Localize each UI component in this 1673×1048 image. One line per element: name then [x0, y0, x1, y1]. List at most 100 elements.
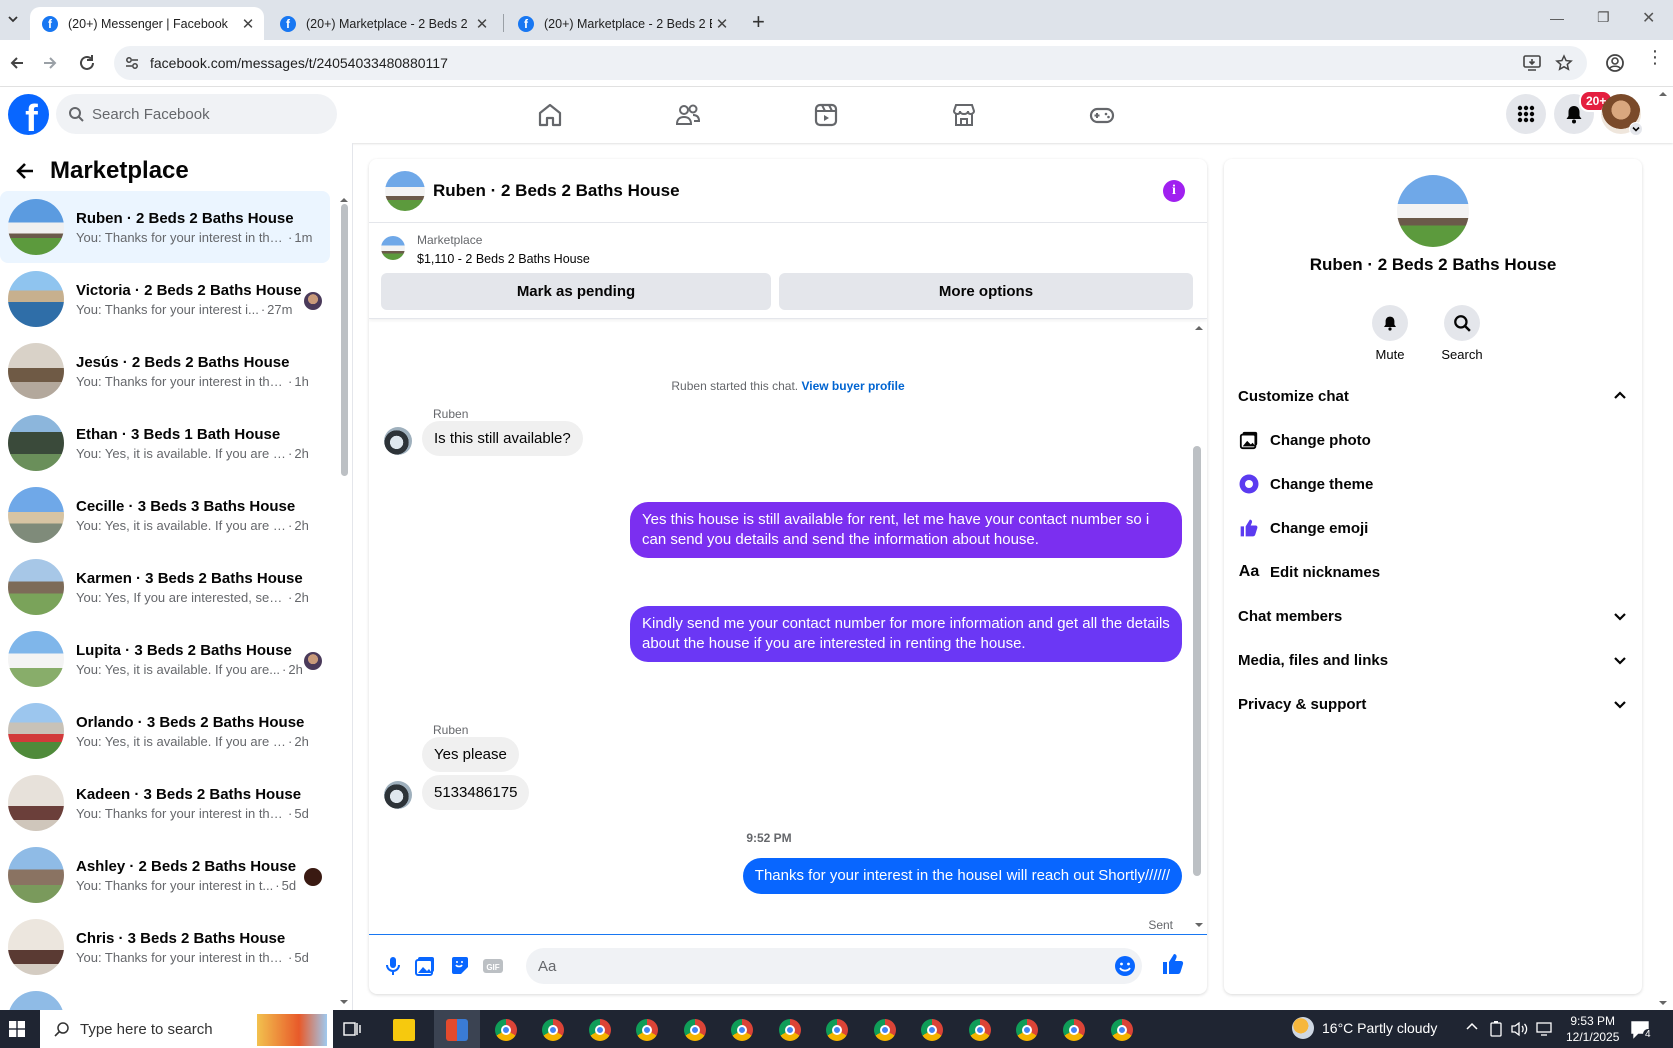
battery-icon[interactable]: [1489, 1021, 1503, 1037]
chrome-profile-app-icon[interactable]: [921, 1019, 943, 1041]
weather-text[interactable]: 16°C Partly cloudy: [1322, 1020, 1437, 1036]
new-tab-icon[interactable]: +: [752, 9, 765, 35]
change-theme-item[interactable]: Change theme: [1238, 462, 1373, 506]
gaming-nav-icon[interactable]: [1088, 101, 1116, 129]
chat-title[interactable]: Ruben · 2 Beds 2 Baths House: [433, 181, 680, 201]
browser-tab-marketplace-1[interactable]: f (20+) Marketplace - 2 Beds 2 B ✕: [268, 7, 498, 40]
sender-avatar[interactable]: [384, 781, 412, 809]
chrome-profile-app-icon[interactable]: [1063, 1019, 1085, 1041]
window-close-icon[interactable]: ✕: [1642, 8, 1655, 28]
info-icon[interactable]: i: [1163, 180, 1185, 202]
conversation-item[interactable]: Chris · 3 Beds 2 Baths House You: Thanks …: [0, 911, 330, 983]
close-tab-icon[interactable]: ✕: [472, 15, 492, 33]
outgoing-message[interactable]: Kindly send me your contact number for m…: [630, 606, 1182, 662]
chrome-profile-app-icon[interactable]: [589, 1019, 611, 1041]
media-files-links-section[interactable]: Media, files and links: [1238, 638, 1628, 682]
address-bar[interactable]: facebook.com/messages/t/2405403348088011…: [114, 46, 1587, 80]
change-photo-item[interactable]: Change photo: [1238, 418, 1371, 462]
gif-icon[interactable]: GIF: [482, 955, 504, 977]
chrome-profile-app-icon[interactable]: [731, 1019, 753, 1041]
chat-scroll-down-icon[interactable]: [1195, 921, 1203, 929]
privacy-support-section[interactable]: Privacy & support: [1238, 682, 1628, 726]
customize-chat-section[interactable]: Customize chat: [1238, 374, 1628, 418]
reload-icon[interactable]: [77, 53, 97, 73]
mark-pending-button[interactable]: Mark as pending: [381, 273, 771, 310]
chrome-profile-app-icon[interactable]: [542, 1019, 564, 1041]
minimize-icon[interactable]: —: [1550, 10, 1564, 26]
left-scroll-down-icon[interactable]: [340, 998, 348, 1006]
view-buyer-profile-link[interactable]: View buyer profile: [801, 379, 904, 393]
facebook-logo-icon[interactable]: f: [8, 94, 49, 135]
profile-avatar[interactable]: [1397, 175, 1469, 247]
page-scrollbar[interactable]: [1655, 87, 1671, 1010]
system-clock[interactable]: 9:53 PM 12/1/2025: [1566, 1013, 1619, 1045]
edit-nicknames-item[interactable]: Aa Edit nicknames: [1238, 550, 1380, 594]
notification-center-icon[interactable]: 4: [1630, 1019, 1653, 1040]
chrome-profile-app-icon[interactable]: [684, 1019, 706, 1041]
conversation-item[interactable]: Ashley · 2 Beds 2 Baths House You: Thanks…: [0, 839, 330, 911]
like-thumb-icon[interactable]: [1161, 952, 1184, 974]
conversation-item[interactable]: Karmen · 3 Beds 2 Baths House You: Yes, I…: [0, 551, 330, 623]
listing-price[interactable]: $1,110 - 2 Beds 2 Baths House: [417, 252, 590, 266]
emoji-icon[interactable]: [1114, 955, 1136, 977]
conversation-item[interactable]: Jesús · 2 Beds 2 Baths House You: Thanks …: [0, 335, 330, 407]
conversation-item[interactable]: Kadeen · 3 Beds 2 Baths House You: Thanks…: [0, 767, 330, 839]
browser-tab-marketplace-2[interactable]: f (20+) Marketplace - 2 Beds 2 B ✕: [506, 7, 738, 40]
mute-action[interactable]: Mute: [1360, 305, 1420, 362]
incoming-message[interactable]: 5133486175: [422, 775, 530, 810]
menu-grid-button[interactable]: [1506, 94, 1546, 134]
change-emoji-item[interactable]: Change emoji: [1238, 506, 1368, 550]
chat-scrollbar-thumb[interactable]: [1193, 446, 1201, 876]
conversation-item[interactable]: Victoria · 2 Beds 2 Baths House You: Than…: [0, 263, 330, 335]
install-app-icon[interactable]: [1523, 55, 1541, 71]
bookmark-star-icon[interactable]: [1555, 54, 1573, 72]
restore-icon[interactable]: ❐: [1597, 9, 1610, 26]
close-tab-icon[interactable]: ✕: [712, 15, 732, 33]
incoming-message[interactable]: Is this still available?: [422, 421, 583, 456]
chat-scroll-up-icon[interactable]: [1195, 324, 1203, 332]
conversation-item[interactable]: Ethan · 3 Beds 1 Bath House You: Yes, it …: [0, 407, 330, 479]
network-icon[interactable]: [1536, 1021, 1554, 1037]
profile-icon[interactable]: [1605, 53, 1625, 73]
microphone-icon[interactable]: [382, 955, 404, 977]
sticker-icon[interactable]: [449, 955, 471, 977]
photo-icon[interactable]: [414, 955, 436, 977]
outgoing-message[interactable]: Thanks for your interest in the houseI w…: [742, 858, 1182, 894]
forward-icon[interactable]: [41, 54, 59, 72]
windows-start-icon[interactable]: [9, 1021, 25, 1037]
incoming-message[interactable]: Yes please: [422, 737, 519, 772]
chat-avatar[interactable]: [385, 170, 425, 211]
tray-chevron-up-icon[interactable]: [1465, 1020, 1479, 1034]
conversation-item[interactable]: Ruben · 2 Beds 2 Baths House You: Thanks …: [0, 191, 330, 263]
tab-search-chevron-icon[interactable]: [6, 12, 20, 26]
chrome-profile-app-icon[interactable]: [779, 1019, 801, 1041]
more-options-button[interactable]: More options: [779, 273, 1193, 310]
chrome-profile-app-icon[interactable]: [1016, 1019, 1038, 1041]
marketplace-nav-icon[interactable]: [950, 101, 978, 129]
chrome-profile-app-icon[interactable]: [1111, 1019, 1133, 1041]
pinned-app-icon[interactable]: [446, 1019, 468, 1041]
back-icon[interactable]: [8, 54, 26, 72]
chrome-profile-app-icon[interactable]: [826, 1019, 848, 1041]
video-nav-icon[interactable]: [812, 101, 840, 129]
chrome-profile-app-icon[interactable]: [636, 1019, 658, 1041]
taskbar-search-box[interactable]: Type here to search: [40, 1010, 333, 1048]
left-scrollbar-thumb[interactable]: [341, 204, 348, 476]
outgoing-message[interactable]: Yes this house is still available for re…: [630, 502, 1182, 558]
browser-tab-messenger[interactable]: f (20+) Messenger | Facebook ✕: [30, 7, 264, 40]
friends-nav-icon[interactable]: [674, 101, 702, 129]
task-view-icon[interactable]: [343, 1020, 361, 1038]
browser-menu-icon[interactable]: ⋮: [1646, 48, 1664, 66]
conversation-item[interactable]: Cecille · 3 Beds 3 Baths House You: Yes, …: [0, 479, 330, 551]
facebook-search-box[interactable]: Search Facebook: [56, 94, 337, 134]
listing-thumbnail[interactable]: [381, 236, 405, 260]
chat-members-section[interactable]: Chat members: [1238, 594, 1628, 638]
account-chevron-icon[interactable]: [1629, 122, 1643, 136]
conversation-item[interactable]: Orlando · 3 Beds 2 Baths House You: Yes, …: [0, 695, 330, 767]
message-input[interactable]: Aa: [526, 948, 1142, 984]
home-nav-icon[interactable]: [536, 101, 564, 129]
close-tab-icon[interactable]: ✕: [238, 15, 258, 33]
sender-avatar[interactable]: [384, 427, 412, 455]
sticky-notes-app-icon[interactable]: [393, 1019, 415, 1041]
speaker-icon[interactable]: [1510, 1021, 1528, 1037]
